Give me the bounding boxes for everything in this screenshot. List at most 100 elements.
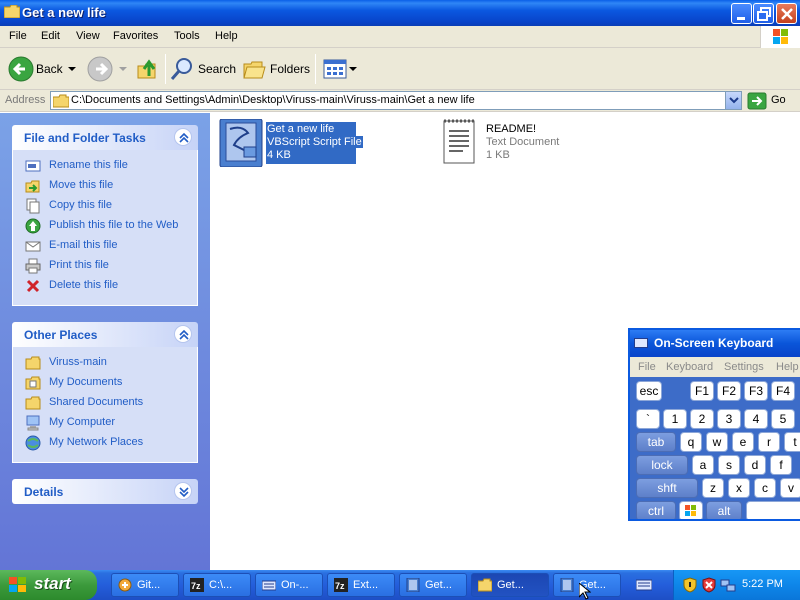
menu-tools[interactable]: Tools [174, 30, 200, 42]
key-s[interactable]: s [718, 455, 740, 475]
place-viruss-main[interactable]: Viruss-main [13, 353, 197, 373]
key-t[interactable]: t [784, 432, 800, 452]
key-x[interactable]: x [728, 478, 750, 498]
back-dropdown-icon[interactable] [68, 67, 76, 73]
key-f1[interactable]: F1 [690, 381, 714, 401]
back-button[interactable]: Back [6, 54, 78, 84]
restore-button[interactable] [753, 3, 774, 24]
key-backtick[interactable]: ` [636, 409, 660, 429]
task-copy-file[interactable]: Copy this file [13, 196, 197, 216]
key-d[interactable]: d [744, 455, 766, 475]
other-places-header[interactable]: Other Places [12, 322, 198, 347]
file-item-get-a-new-life[interactable]: Get a new life VBScript Script File 4 KB [218, 119, 363, 167]
up-folder-button[interactable] [133, 54, 163, 84]
menu-help[interactable]: Help [215, 30, 238, 42]
forward-dropdown-icon[interactable] [119, 67, 127, 73]
taskbar-task-3[interactable]: On-... [255, 573, 323, 597]
task-email-file[interactable]: E-mail this file [13, 236, 197, 256]
key-shift[interactable]: shft [636, 478, 698, 498]
key-q[interactable]: q [680, 432, 702, 452]
key-3[interactable]: 3 [717, 409, 741, 429]
menu-file[interactable]: File [9, 30, 27, 42]
views-button[interactable] [320, 54, 358, 84]
task-rename-file[interactable]: Rename this file [13, 156, 197, 176]
key-w[interactable]: w [706, 432, 728, 452]
place-my-network-places[interactable]: My Network Places [13, 433, 197, 453]
network-icon[interactable] [720, 577, 736, 593]
key-windows[interactable] [679, 501, 703, 519]
security-shield-icon[interactable] [682, 577, 698, 593]
osk-menu-file[interactable]: File [638, 361, 656, 373]
task-pane: File and Folder Tasks Rename this file M… [0, 113, 210, 570]
taskbar-task-4[interactable]: 7z Ext... [327, 573, 395, 597]
key-f3[interactable]: F3 [744, 381, 768, 401]
key-caps-lock[interactable]: lock [636, 455, 688, 475]
network-places-icon [25, 435, 41, 451]
close-button[interactable] [776, 3, 797, 24]
collapse-chevron-icon[interactable] [174, 128, 192, 146]
menu-edit[interactable]: Edit [41, 30, 60, 42]
start-button[interactable]: start [0, 570, 97, 600]
windows-logo-icon [760, 26, 800, 48]
taskbar-task-1[interactable]: Git... [111, 573, 179, 597]
views-dropdown-icon[interactable] [349, 67, 357, 73]
key-c[interactable]: c [754, 478, 776, 498]
keyboard-icon[interactable] [636, 578, 652, 592]
key-esc[interactable]: esc [636, 381, 662, 401]
taskbar-task-5[interactable]: Get... [399, 573, 467, 597]
key-z[interactable]: z [702, 478, 724, 498]
key-1[interactable]: 1 [663, 409, 687, 429]
collapse-chevron-icon[interactable] [174, 325, 192, 343]
osk-menu-keyboard[interactable]: Keyboard [666, 361, 713, 373]
key-a[interactable]: a [692, 455, 714, 475]
menu-bar: File Edit View Favorites Tools Help [0, 26, 800, 48]
warning-shield-icon[interactable] [701, 577, 717, 593]
menu-favorites[interactable]: Favorites [113, 30, 158, 42]
clock: 5:22 PM [742, 578, 783, 590]
osk-title-bar[interactable]: On-Screen Keyboard [630, 330, 800, 357]
expand-chevron-icon[interactable] [174, 482, 192, 500]
key-alt[interactable]: alt [706, 501, 742, 519]
address-input[interactable]: C:\Documents and Settings\Admin\Desktop\… [50, 91, 742, 110]
minimize-button[interactable] [731, 3, 752, 24]
key-f2[interactable]: F2 [717, 381, 741, 401]
task-delete-file[interactable]: Delete this file [13, 276, 197, 296]
details-header[interactable]: Details [12, 479, 198, 504]
key-v[interactable]: v [780, 478, 800, 498]
taskbar-task-2[interactable]: 7z C:\... [183, 573, 251, 597]
key-f[interactable]: f [770, 455, 792, 475]
place-my-documents[interactable]: My Documents [13, 373, 197, 393]
file-type: VBScript Script File [266, 136, 363, 148]
osk-menu-help[interactable]: Help [776, 361, 799, 373]
title-bar[interactable]: Get a new life [0, 0, 800, 26]
key-f4[interactable]: F4 [771, 381, 795, 401]
taskbar-task-6[interactable]: Get... [471, 573, 549, 597]
text-document-icon [443, 119, 475, 164]
task-move-file[interactable]: Move this file [13, 176, 197, 196]
search-button[interactable]: Search [170, 54, 236, 84]
file-folder-tasks-header[interactable]: File and Folder Tasks [12, 125, 198, 150]
place-my-computer[interactable]: My Computer [13, 413, 197, 433]
forward-button[interactable] [86, 54, 128, 84]
file-item-readme[interactable]: README! Text Document 1 KB [438, 119, 578, 167]
go-button[interactable]: Go [747, 92, 797, 110]
menu-view[interactable]: View [76, 30, 100, 42]
folder-icon [25, 356, 41, 370]
address-dropdown-button[interactable] [725, 92, 741, 109]
key-tab[interactable]: tab [636, 432, 676, 452]
osk-menu-settings[interactable]: Settings [724, 361, 764, 373]
key-space[interactable] [746, 501, 800, 519]
task-publish-web[interactable]: Publish this file to the Web [13, 216, 197, 236]
key-5[interactable]: 5 [771, 409, 795, 429]
place-shared-documents[interactable]: Shared Documents [13, 393, 197, 413]
key-e[interactable]: e [732, 432, 754, 452]
folder-icon [4, 5, 20, 18]
key-r[interactable]: r [758, 432, 780, 452]
task-print-file[interactable]: Print this file [13, 256, 197, 276]
keyboard-icon [634, 338, 648, 348]
windows-logo-icon [685, 505, 696, 516]
key-2[interactable]: 2 [690, 409, 714, 429]
key-ctrl[interactable]: ctrl [636, 501, 676, 519]
folders-button[interactable]: Folders [242, 54, 312, 84]
key-4[interactable]: 4 [744, 409, 768, 429]
